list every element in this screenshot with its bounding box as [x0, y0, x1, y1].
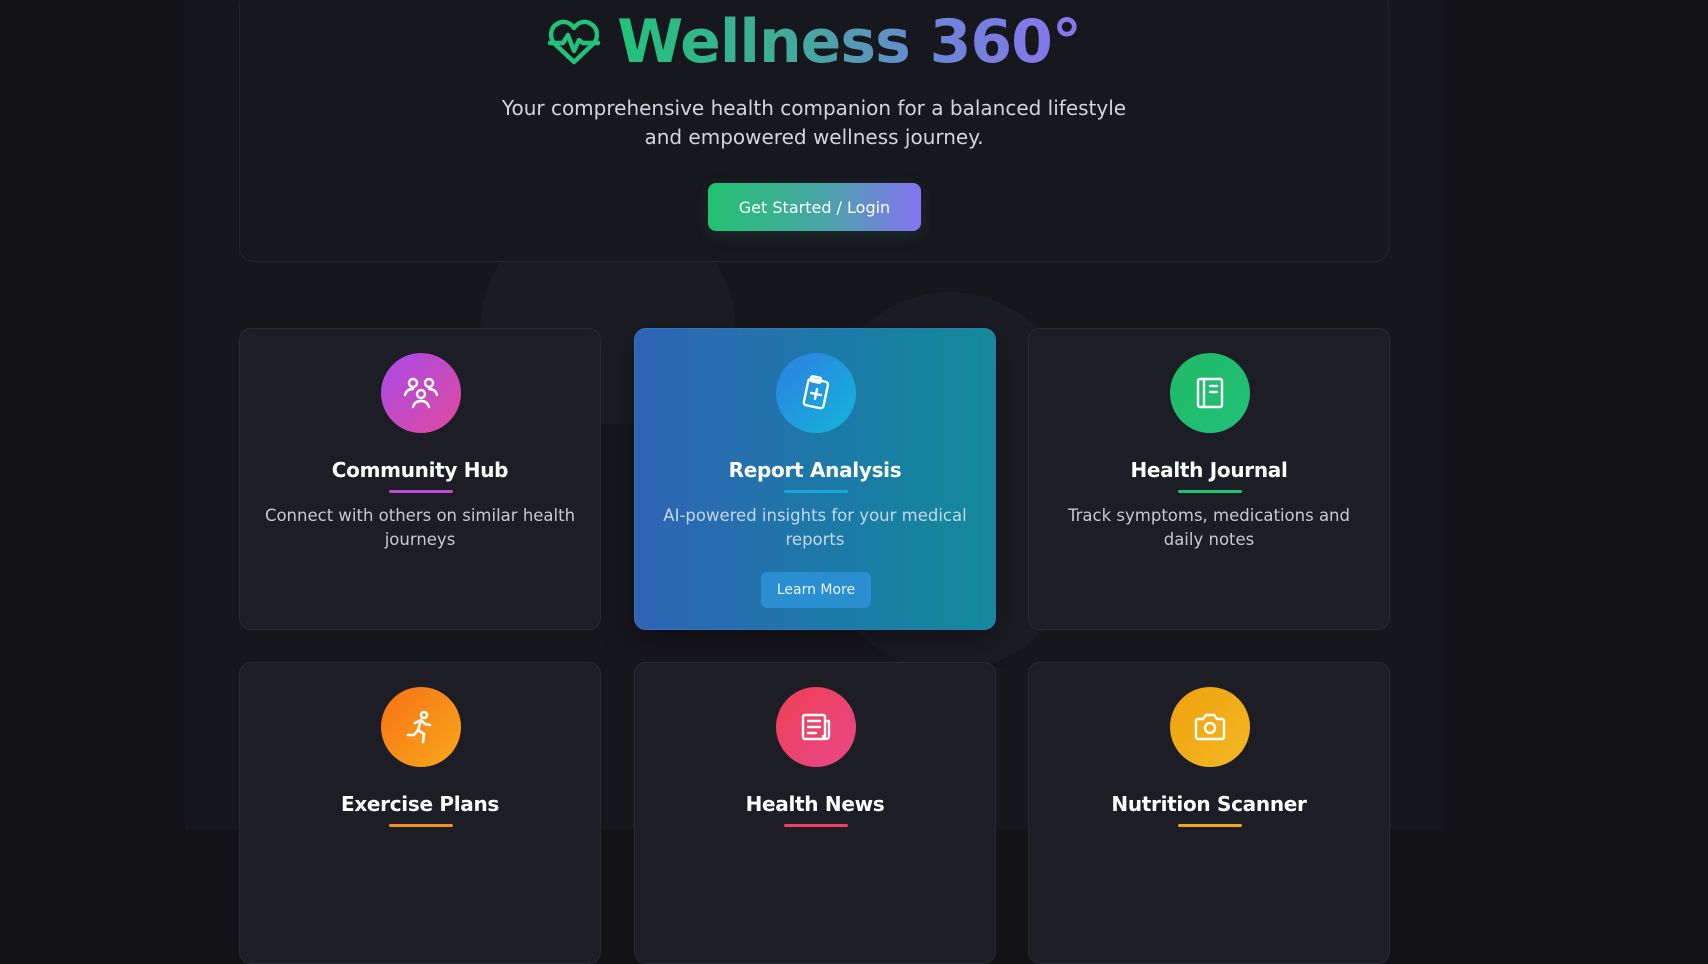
hero-subtitle-line: and empowered wellness journey.	[644, 125, 984, 149]
feature-card-health-journal[interactable]: Health Journal Track symptoms, medicatio…	[1028, 328, 1390, 630]
brand-word: Wellness	[617, 7, 910, 77]
newspaper-icon	[776, 687, 856, 767]
heart-pulse-icon	[547, 16, 601, 68]
get-started-login-button[interactable]: Get Started / Login	[708, 183, 921, 231]
card-title: Community Hub	[331, 458, 509, 482]
card-title: Health Journal	[1130, 458, 1288, 482]
hero-subtitle-line: Your comprehensive health companion for …	[501, 96, 1127, 120]
card-title: Health News	[745, 792, 885, 816]
card-title: Report Analysis	[728, 458, 902, 482]
running-icon	[381, 687, 461, 767]
card-title-underline	[784, 490, 848, 493]
learn-more-button[interactable]: Learn More	[761, 572, 871, 608]
card-title-underline	[1178, 490, 1242, 493]
hero-subtitle: Your comprehensive health companion for …	[240, 94, 1388, 152]
card-title-underline	[784, 824, 848, 827]
card-description: Connect with others on similar health jo…	[264, 506, 576, 549]
feature-card-community-hub[interactable]: Community Hub Connect with others on sim…	[239, 328, 601, 630]
journal-icon	[1170, 353, 1250, 433]
brand-header: Wellness 360°	[240, 7, 1388, 77]
card-description: AI-powered insights for your medical rep…	[663, 506, 967, 549]
users-icon	[381, 353, 461, 433]
feature-card-report-analysis[interactable]: Report Analysis AI-powered insights for …	[634, 328, 996, 630]
feature-card-health-news[interactable]: Health News	[634, 662, 996, 964]
card-title: Exercise Plans	[340, 792, 500, 816]
card-title-underline	[389, 490, 453, 493]
card-title-underline	[389, 824, 453, 827]
brand-title: Wellness 360°	[617, 7, 1081, 77]
card-title-underline	[1178, 824, 1242, 827]
card-description: Track symptoms, medications and daily no…	[1067, 506, 1350, 549]
feature-card-nutrition-scanner[interactable]: Nutrition Scanner	[1028, 662, 1390, 964]
feature-card-exercise-plans[interactable]: Exercise Plans	[239, 662, 601, 964]
brand-suffix: 360°	[929, 7, 1081, 77]
camera-icon	[1170, 687, 1250, 767]
clipboard-plus-icon	[776, 353, 856, 433]
card-title: Nutrition Scanner	[1111, 792, 1307, 816]
